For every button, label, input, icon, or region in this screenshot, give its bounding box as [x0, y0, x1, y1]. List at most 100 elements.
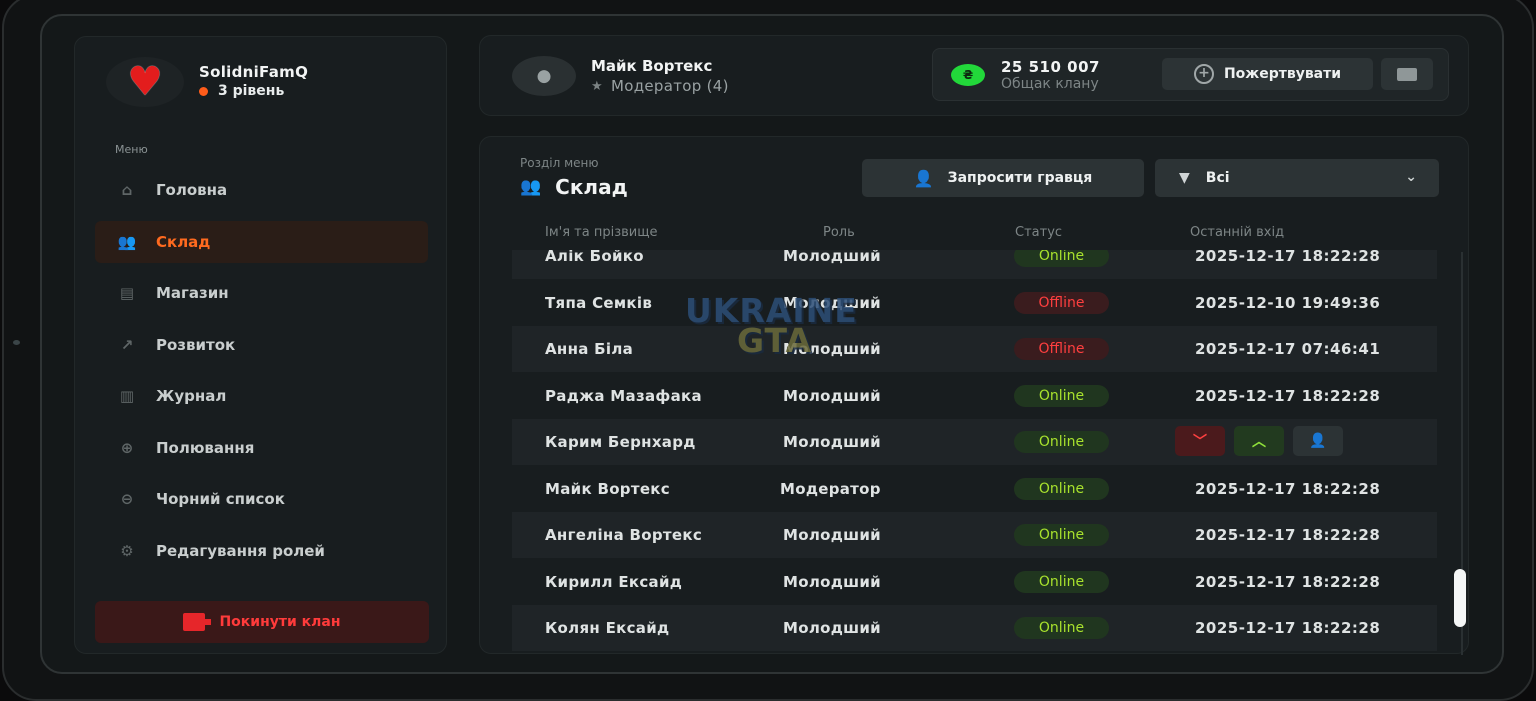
scrollbar-thumb[interactable]	[1454, 569, 1466, 627]
table-row[interactable]: Раджа Мазафака Молодший Online 2025-12-1…	[512, 373, 1437, 419]
kick-member-button[interactable]: 👤	[1293, 426, 1343, 456]
member-name: Раджа Мазафака	[545, 387, 702, 405]
member-role: Молодший	[783, 250, 881, 265]
table-row[interactable]: Алік Бойко Молодший Online 2025-12-17 18…	[512, 250, 1437, 279]
user-role-label: Модератор (4)	[610, 77, 729, 95]
sidebar-item-label: Склад	[156, 233, 211, 251]
member-role: Молодший	[783, 387, 881, 405]
sidebar-item-hunting[interactable]: ⊕ Полювання	[95, 427, 428, 469]
member-name: Колян Ексайд	[545, 619, 670, 637]
status-badge: Online	[1014, 478, 1109, 500]
sidebar-item-journal[interactable]: ▥ Журнал	[95, 375, 428, 417]
coin-icon: ₴	[951, 64, 985, 86]
column-header-last-login[interactable]: Останній вхід	[1190, 225, 1284, 240]
status-badge: Online	[1014, 431, 1109, 453]
member-role: Модератор	[780, 480, 881, 498]
promote-button[interactable]: ︿	[1234, 426, 1284, 456]
status-badge: Offline	[1014, 292, 1109, 314]
member-name: Тяпа Семків	[545, 294, 653, 312]
last-login: 2025-12-17 18:22:28	[1195, 387, 1381, 405]
column-header-name[interactable]: Ім'я та прізвище	[545, 225, 657, 240]
bank-amount: 25 510 007	[1001, 58, 1100, 76]
column-header-role[interactable]: Роль	[823, 225, 855, 240]
table-row[interactable]: Кирилл Ексайд Молодший Online 2025-12-17…	[512, 559, 1437, 605]
last-login: 2025-12-17 18:22:28	[1195, 619, 1381, 637]
last-login: 2025-12-17 18:22:28	[1195, 250, 1381, 265]
user-gear-icon: ⚙	[120, 542, 134, 560]
user-icon: ●	[536, 66, 552, 86]
filter-value: Всі	[1205, 170, 1230, 186]
heart-icon: ♥	[127, 59, 163, 105]
donate-label: Пожертвувати	[1223, 66, 1342, 82]
table-row[interactable]: Колян Ексайд Молодший Online 2025-12-17 …	[512, 605, 1437, 651]
donate-button[interactable]: + Пожертвувати	[1162, 58, 1373, 90]
member-name: Анна Біла	[545, 340, 634, 358]
column-header-status[interactable]: Статус	[1015, 225, 1062, 240]
table-row[interactable]: Карим Бернхард Молодший Online ﹀ ︿ 👤	[512, 419, 1437, 465]
chevron-up-icon: ︿	[1252, 434, 1266, 450]
bank-label: Общак клану	[1001, 76, 1099, 92]
sidebar-item-blacklist[interactable]: ⊖ Чорний список	[95, 478, 428, 520]
users-icon: 👥	[520, 177, 542, 197]
invite-player-button[interactable]: 👤 Запросити гравця	[862, 159, 1144, 197]
page-title-label: Склад	[555, 175, 628, 199]
sidebar-item-warehouse[interactable]: 👥 Склад	[95, 221, 428, 263]
last-login: 2025-12-17 18:22:28	[1195, 573, 1381, 591]
status-badge: Online	[1014, 617, 1109, 639]
sidebar-item-label: Журнал	[156, 387, 227, 405]
member-role: Молодший	[783, 573, 881, 591]
member-name: Майк Вортекс	[545, 480, 670, 498]
sidebar-item-home[interactable]: ⌂ Головна	[95, 169, 428, 211]
wallet-button[interactable]	[1381, 58, 1433, 90]
crosshair-icon: ⊕	[120, 439, 134, 457]
sidebar-item-roles[interactable]: ⚙ Редагування ролей	[95, 530, 428, 572]
page-title: 👥 Склад	[520, 175, 628, 199]
wallet-icon	[1397, 67, 1417, 81]
table-row[interactable]: Анна Біла Молодший Offline 2025-12-17 07…	[512, 326, 1437, 372]
clan-level-label: 3 рівень	[218, 83, 285, 99]
role-filter-select[interactable]: ▼ Всі ⌄	[1155, 159, 1439, 197]
menu-label: Меню	[115, 143, 148, 156]
last-login: 2025-12-17 18:22:28	[1195, 480, 1381, 498]
chevron-down-icon: ﹀	[1193, 434, 1207, 450]
members-table: Алік Бойко Молодший Online 2025-12-17 18…	[512, 250, 1437, 653]
clan-name: SolidniFamQ	[199, 63, 309, 81]
leave-clan-label: Покинути клан	[219, 614, 341, 630]
status-badge: Online	[1014, 385, 1109, 407]
exit-icon	[183, 613, 212, 631]
status-badge: Online	[1014, 524, 1109, 546]
member-role: Молодший	[783, 340, 881, 358]
user-name: Майк Вортекс	[591, 57, 713, 75]
sidebar-item-development[interactable]: ↗ Розвиток	[95, 324, 428, 366]
last-login: 2025-12-17 07:46:41	[1195, 340, 1381, 358]
sidebar-item-label: Розвиток	[156, 336, 236, 354]
leave-clan-button[interactable]: Покинути клан	[95, 601, 429, 643]
member-role: Молодший	[783, 294, 881, 312]
member-role: Молодший	[783, 433, 881, 451]
star-icon: ★	[591, 78, 603, 94]
member-role: Молодший	[783, 526, 881, 544]
table-row[interactable]: Тяпа Семків Молодший Offline 2025-12-10 …	[512, 280, 1437, 326]
table-row[interactable]: Майк Вортекс Модератор Online 2025-12-17…	[512, 466, 1437, 512]
member-name: Карим Бернхард	[545, 433, 696, 451]
clan-bank: ₴ 25 510 007 Общак клану + Пожертвувати	[932, 48, 1449, 101]
sidebar-item-label: Магазин	[156, 284, 229, 302]
screen: ♥ SolidniFamQ 3 рівень Меню ⌂ Головна 👥 Ск…	[40, 14, 1504, 674]
home-icon: ⌂	[121, 181, 133, 199]
remove-user-icon: 👤	[1309, 433, 1327, 449]
tablet-frame: ♥ SolidniFamQ 3 рівень Меню ⌂ Головна 👥 Ск…	[2, 0, 1534, 701]
last-login: 2025-12-17 18:22:28	[1195, 526, 1381, 544]
profile-bar: ● Майк Вортекс ★ Модератор (4) ₴ 25 510 0…	[479, 35, 1469, 116]
book-icon: ▥	[119, 387, 135, 405]
sidebar: ♥ SolidniFamQ 3 рівень Меню ⌂ Головна 👥 Ск…	[74, 36, 447, 654]
users-icon: 👥	[117, 233, 137, 251]
clan-avatar: ♥	[106, 57, 184, 107]
chart-icon: ↗	[120, 336, 134, 354]
sidebar-item-label: Редагування ролей	[156, 542, 325, 560]
member-name: Кирилл Ексайд	[545, 573, 683, 591]
demote-button[interactable]: ﹀	[1175, 426, 1225, 456]
table-row[interactable]: Ангеліна Вортекс Молодший Online 2025-12…	[512, 512, 1437, 558]
filter-icon: ▼	[1179, 170, 1190, 186]
basket-icon: ▤	[119, 284, 135, 302]
sidebar-item-shop[interactable]: ▤ Магазин	[95, 272, 428, 314]
